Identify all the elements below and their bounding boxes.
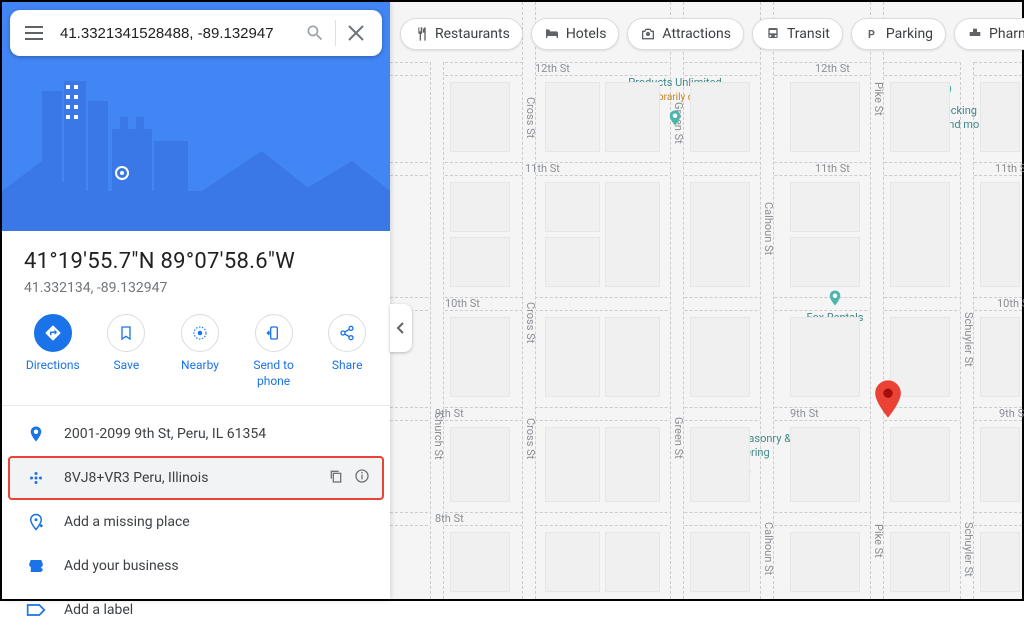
street-label: 11th St xyxy=(995,162,1024,175)
save-button[interactable]: Save xyxy=(94,314,160,389)
label-icon xyxy=(22,603,50,617)
street-label: 10th St xyxy=(997,297,1024,310)
street-label: 11th St xyxy=(815,162,850,175)
street-label: 10th St xyxy=(445,297,480,310)
street-label: Calhoun St xyxy=(762,202,775,255)
send-to-phone-button[interactable]: Send to phone xyxy=(241,314,307,389)
search-icon[interactable] xyxy=(295,13,335,53)
coord-dms: 41°19'55.7"N 89°07'58.6"W xyxy=(24,249,368,274)
add-label-row[interactable]: Add a label xyxy=(2,588,390,632)
phone-icon xyxy=(255,314,293,352)
street-label: Pike St xyxy=(872,524,885,558)
directions-button[interactable]: Directions xyxy=(20,314,86,389)
nearby-icon xyxy=(181,314,219,352)
info-icon[interactable] xyxy=(354,468,370,488)
send-label: Send to phone xyxy=(241,358,307,389)
address-row[interactable]: 2001-2099 9th St, Peru, IL 61354 xyxy=(2,412,390,456)
save-label: Save xyxy=(114,358,140,374)
directions-label: Directions xyxy=(26,358,80,374)
street-label: 9th St xyxy=(999,407,1024,420)
svg-text:P: P xyxy=(868,28,875,41)
add-place-icon xyxy=(22,511,50,533)
pluscode-text: 8VJ8+VR3 Peru, Illinois xyxy=(50,470,328,486)
pluscode-icon xyxy=(22,469,50,487)
search-bar xyxy=(10,10,382,56)
pill-pharmacies[interactable]: Pharmacies xyxy=(954,18,1024,50)
street-label: Schuyler St xyxy=(962,312,975,367)
add-business-text: Add your business xyxy=(50,558,370,574)
pill-parking[interactable]: P Parking xyxy=(851,18,946,50)
street-label: 12th St xyxy=(815,62,850,75)
street-label: Schuyler St xyxy=(962,522,975,577)
share-button[interactable]: Share xyxy=(314,314,380,389)
address-text: 2001-2099 9th St, Peru, IL 61354 xyxy=(50,426,370,442)
collapse-panel-button[interactable] xyxy=(390,304,412,352)
add-business-row[interactable]: Add your business xyxy=(2,544,390,588)
pin-icon xyxy=(22,423,50,445)
add-label-text: Add a label xyxy=(50,602,370,618)
hamburger-menu-icon[interactable] xyxy=(16,15,52,51)
street-label: Calhoun St xyxy=(762,522,775,575)
detail-list: 2001-2099 9th St, Peru, IL 61354 8VJ8+VR… xyxy=(2,406,390,638)
storefront-icon xyxy=(22,557,50,575)
map-marker[interactable] xyxy=(874,380,902,418)
street-label: Cross St xyxy=(524,418,537,459)
add-place-text: Add a missing place xyxy=(50,514,370,530)
pill-transit-label: Transit xyxy=(787,26,830,42)
street-label: 9th St xyxy=(790,407,819,420)
pill-attractions-label: Attractions xyxy=(662,26,731,42)
skyline-graphic xyxy=(2,61,390,231)
side-panel: 41°19'55.7"N 89°07'58.6"W 41.332134, -89… xyxy=(2,2,390,599)
pill-restaurants-label: Restaurants xyxy=(435,26,510,42)
map-canvas[interactable]: 12th St 12th St 11th St 11th St 11th St … xyxy=(390,2,1022,599)
nearby-label: Nearby xyxy=(181,358,219,374)
street-label: 11th St xyxy=(525,162,560,175)
app-root: 41°19'55.7"N 89°07'58.6"W 41.332134, -89… xyxy=(0,0,1024,601)
add-place-row[interactable]: Add a missing place xyxy=(2,500,390,544)
search-input[interactable] xyxy=(52,25,295,42)
directions-icon xyxy=(34,314,72,352)
pill-hotels[interactable]: Hotels xyxy=(531,18,620,50)
street-label: Pike St xyxy=(872,82,885,116)
street-label: Cross St xyxy=(524,97,537,138)
nearby-button[interactable]: Nearby xyxy=(167,314,233,389)
coord-block: 41°19'55.7"N 89°07'58.6"W 41.332134, -89… xyxy=(2,231,390,310)
share-icon xyxy=(328,314,366,352)
street-label: Church St xyxy=(432,412,445,460)
share-label: Share xyxy=(332,358,363,374)
close-icon[interactable] xyxy=(336,13,376,53)
category-pills: Restaurants Hotels Attractions Transit P… xyxy=(400,18,1024,50)
pluscode-row[interactable]: 8VJ8+VR3 Peru, Illinois xyxy=(8,456,384,500)
street-label: 12th St xyxy=(535,62,570,75)
pill-parking-label: Parking xyxy=(886,26,933,42)
actions-row: Directions Save Nearby Send to phone Sha… xyxy=(2,310,390,406)
street-label: Cross St xyxy=(524,302,537,343)
pill-pharmacies-label: Pharmacies xyxy=(989,26,1024,42)
pill-transit[interactable]: Transit xyxy=(752,18,843,50)
pill-restaurants[interactable]: Restaurants xyxy=(400,18,523,50)
pill-attractions[interactable]: Attractions xyxy=(627,18,744,50)
coord-decimal: 41.332134, -89.132947 xyxy=(24,280,368,296)
copy-icon[interactable] xyxy=(328,468,344,488)
pill-hotels-label: Hotels xyxy=(566,26,607,42)
street-label: 8th St xyxy=(435,512,464,525)
bookmark-icon xyxy=(107,314,145,352)
